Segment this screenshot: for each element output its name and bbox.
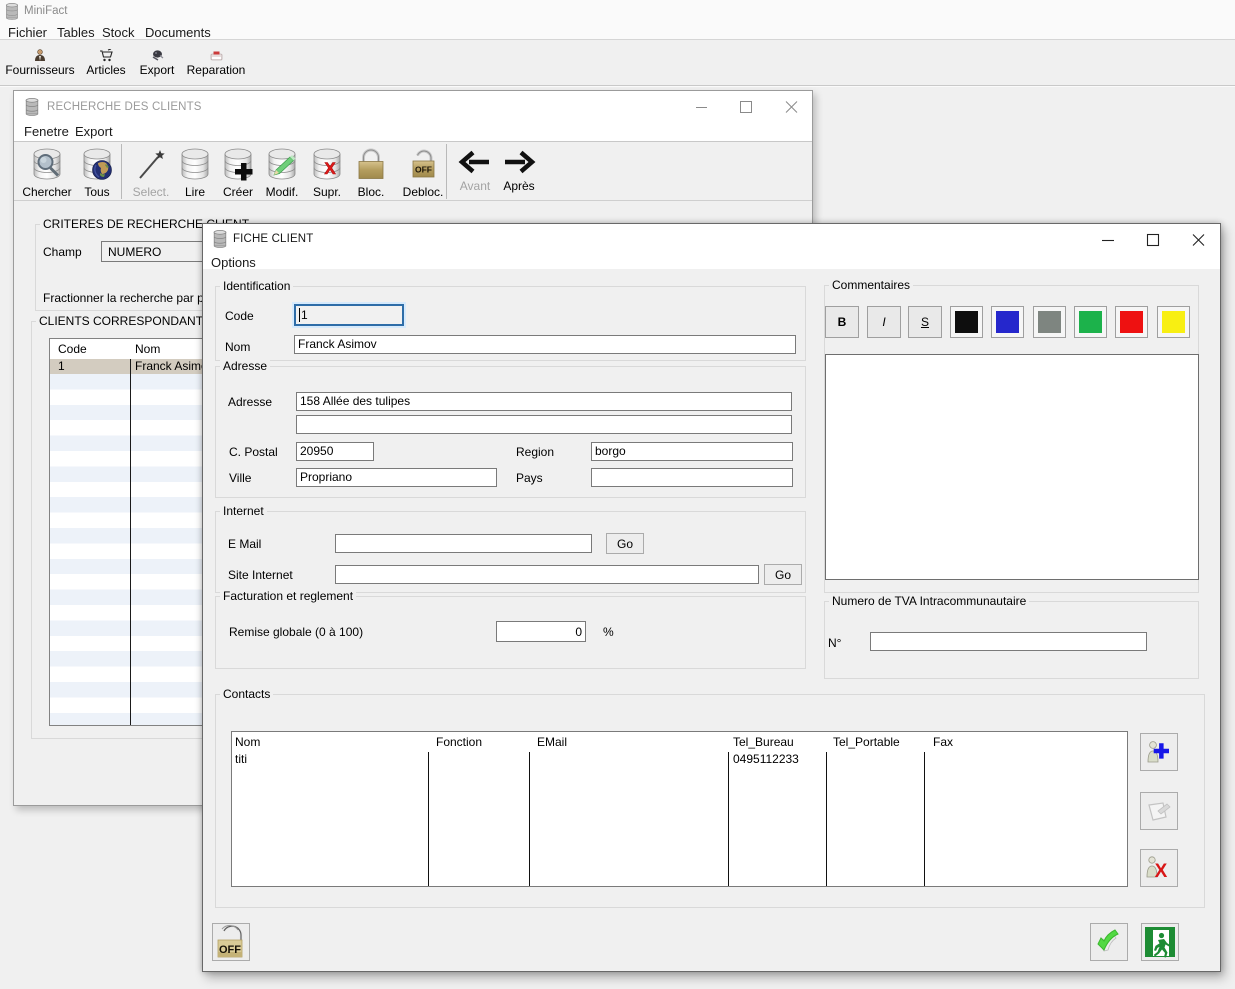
svg-text:X: X bbox=[324, 159, 336, 178]
svg-text:OFF: OFF bbox=[219, 944, 241, 956]
svg-text:OFF: OFF bbox=[415, 165, 432, 175]
svg-text:X: X bbox=[1155, 861, 1168, 882]
